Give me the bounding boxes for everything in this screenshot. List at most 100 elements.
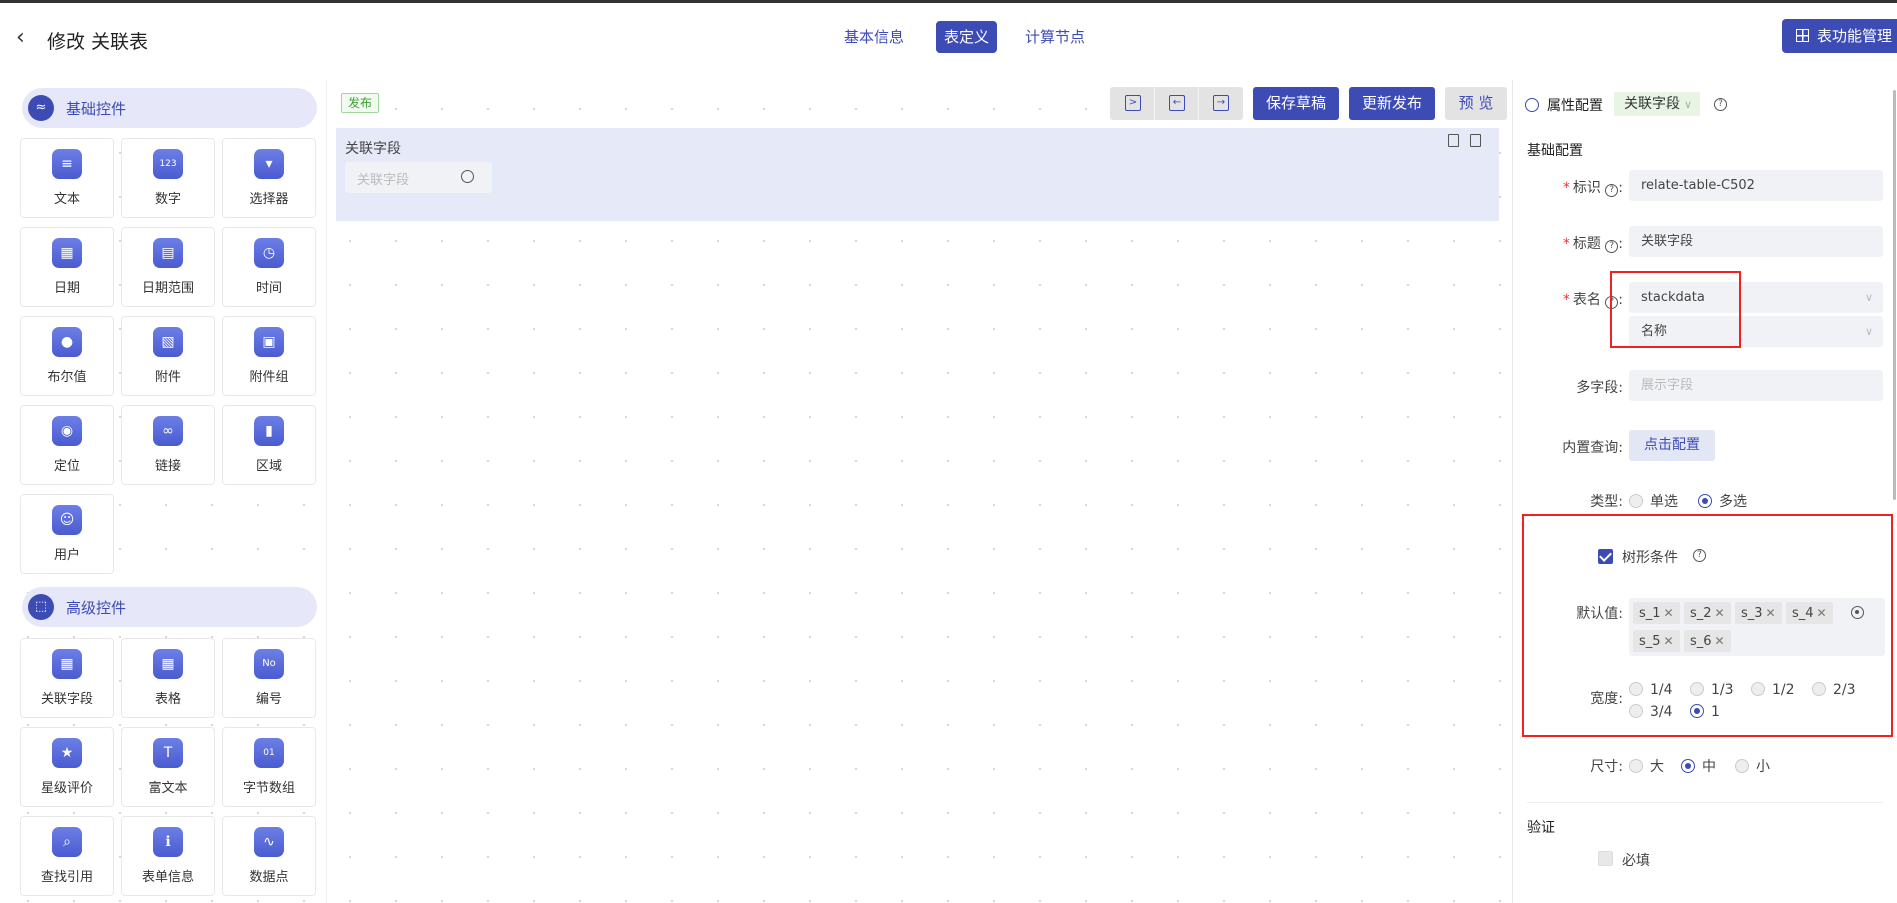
control-relation-field[interactable]: ▦ 关联字段	[20, 638, 114, 718]
delete-icon[interactable]	[1470, 134, 1481, 147]
size-label: 尺寸:	[1590, 759, 1623, 775]
control-serial-number[interactable]: No 编号	[222, 638, 316, 718]
gear-icon	[1525, 98, 1539, 112]
save-draft-button[interactable]: 保存草稿	[1253, 87, 1339, 120]
panel-title: 属性配置	[1547, 98, 1603, 114]
table-name-label: * 表名 ?:	[1562, 292, 1623, 309]
select-icon: ▾	[254, 149, 284, 179]
preview-button[interactable]: 预 览	[1445, 87, 1507, 120]
help-icon[interactable]: ?	[1714, 98, 1727, 111]
title-field[interactable]: 关联字段	[1629, 226, 1883, 257]
lookup-icon: ⌕	[52, 827, 82, 857]
panel-scrollbar[interactable]	[1893, 90, 1896, 500]
code-icon[interactable]: >	[1125, 95, 1141, 111]
chevron-down-icon: ∨	[1864, 291, 1873, 304]
group-basic-controls[interactable]: ≈ 基础控件	[22, 88, 317, 128]
help-icon: ?	[1605, 240, 1619, 253]
relation-field-input[interactable]: 关联字段	[345, 162, 492, 193]
multi-field-label: 多字段:	[1576, 380, 1623, 396]
rich-text-icon: T	[153, 738, 183, 768]
grid-icon	[1796, 29, 1809, 42]
number-badge-icon: No	[254, 649, 284, 679]
binary-icon: 01	[254, 738, 284, 768]
required-checkbox[interactable]	[1598, 851, 1613, 866]
control-form-info[interactable]: ℹ 表单信息	[121, 816, 215, 896]
control-data-point[interactable]: ∿ 数据点	[222, 816, 316, 896]
control-text[interactable]: ≡ 文本	[20, 138, 114, 218]
group-advanced-controls[interactable]: ⬚ 高级控件	[22, 587, 317, 627]
page-title: 修改 关联表	[47, 31, 149, 53]
export-icon[interactable]: →	[1213, 95, 1229, 111]
control-region[interactable]: ▮ 区域	[222, 405, 316, 485]
form-info-icon: ℹ	[153, 827, 183, 857]
control-number[interactable]: 123 数字	[121, 138, 215, 218]
form-canvas: 发布 > ← → 保存草稿 更新发布 预 览 关联字段 关联字段	[326, 80, 1507, 903]
basic-controls-icon: ≈	[28, 95, 54, 121]
header-bar: ‹ 修改 关联表 基本信息 表定义 计算节点 表功能管理	[0, 3, 1897, 77]
type-option-single[interactable]: 单选	[1629, 491, 1678, 511]
control-table[interactable]: ▦ 表格	[121, 638, 215, 718]
type-option-multiple[interactable]: 多选	[1698, 491, 1747, 511]
configure-query-button[interactable]: 点击配置	[1629, 430, 1715, 461]
calendar-icon: ▦	[52, 238, 82, 268]
update-publish-button[interactable]: 更新发布	[1349, 87, 1435, 120]
required-label: 必填	[1622, 853, 1650, 869]
size-option-large[interactable]: 大	[1629, 756, 1664, 776]
relation-table-icon: ▦	[52, 649, 82, 679]
section-basic-config: 基础配置	[1527, 143, 1583, 159]
control-byte-array[interactable]: 01 字节数组	[222, 727, 316, 807]
field-type-selector[interactable]: 关联字段 ∨	[1614, 92, 1700, 116]
chevron-down-icon: ∨	[1684, 98, 1693, 111]
control-palette: ≈ 基础控件 ≡ 文本 123 数字 ▾ 选择器 ▦ 日期 ▤ 日期范围 ◷ 时间 ● 布尔值…	[18, 86, 318, 903]
table-function-button[interactable]: 表功能管理	[1782, 19, 1897, 53]
map-icon: ▮	[254, 416, 284, 446]
properties-panel: 属性配置 关联字段 ∨ ? 基础配置 * 标识 ?: relate-table-C5…	[1512, 80, 1897, 903]
control-star-rating[interactable]: ★ 星级评价	[20, 727, 114, 807]
location-pin-icon: ◉	[52, 416, 82, 446]
id-field[interactable]: relate-table-C502	[1629, 170, 1883, 201]
attachment-icon: ▧	[153, 327, 183, 357]
text-icon: ≡	[52, 149, 82, 179]
toggle-icon: ●	[52, 327, 82, 357]
tab-compute-nodes[interactable]: 计算节点	[1025, 21, 1085, 53]
control-rich-text[interactable]: T 富文本	[121, 727, 215, 807]
chevron-left-icon[interactable]: ‹	[16, 25, 25, 50]
copy-icon[interactable]	[1448, 134, 1459, 147]
tab-table-definition[interactable]: 表定义	[936, 21, 998, 53]
highlight-box-tree-default-width	[1522, 514, 1893, 737]
divider	[1527, 802, 1883, 803]
field-actions	[1437, 134, 1481, 151]
title-label: * 标题 ?:	[1562, 236, 1623, 253]
control-date-range[interactable]: ▤ 日期范围	[121, 227, 215, 307]
control-select[interactable]: ▾ 选择器	[222, 138, 316, 218]
table-icon: ▦	[153, 649, 183, 679]
multi-field-input[interactable]: 展示字段	[1629, 370, 1883, 401]
size-option-small[interactable]: 小	[1735, 756, 1770, 776]
control-date[interactable]: ▦ 日期	[20, 227, 114, 307]
import-icon[interactable]: ←	[1169, 95, 1185, 111]
user-icon: ☺	[52, 505, 82, 535]
control-lookup[interactable]: ⌕ 查找引用	[20, 816, 114, 896]
id-label: * 标识 ?:	[1562, 180, 1623, 197]
size-option-medium[interactable]: 中	[1681, 756, 1716, 776]
control-location[interactable]: ◉ 定位	[20, 405, 114, 485]
help-icon: ?	[1605, 184, 1619, 197]
section-validation: 验证	[1527, 820, 1555, 836]
control-link[interactable]: ∞ 链接	[121, 405, 215, 485]
chevron-down-icon: ∨	[1864, 325, 1873, 338]
target-icon[interactable]	[461, 170, 474, 183]
control-time[interactable]: ◷ 时间	[222, 227, 316, 307]
control-boolean[interactable]: ● 布尔值	[20, 316, 114, 396]
control-attachment-group[interactable]: ▣ 附件组	[222, 316, 316, 396]
control-attachment[interactable]: ▧ 附件	[121, 316, 215, 396]
star-icon: ★	[52, 738, 82, 768]
radio-icon	[1629, 494, 1643, 508]
data-point-icon: ∿	[254, 827, 284, 857]
tab-basic-info[interactable]: 基本信息	[844, 21, 904, 53]
field-label: 关联字段	[345, 141, 401, 157]
clock-icon: ◷	[254, 238, 284, 268]
selected-field-block[interactable]: 关联字段 关联字段	[336, 128, 1499, 221]
control-user[interactable]: ☺ 用户	[20, 494, 114, 574]
link-icon: ∞	[153, 416, 183, 446]
number-icon: 123	[153, 149, 183, 179]
